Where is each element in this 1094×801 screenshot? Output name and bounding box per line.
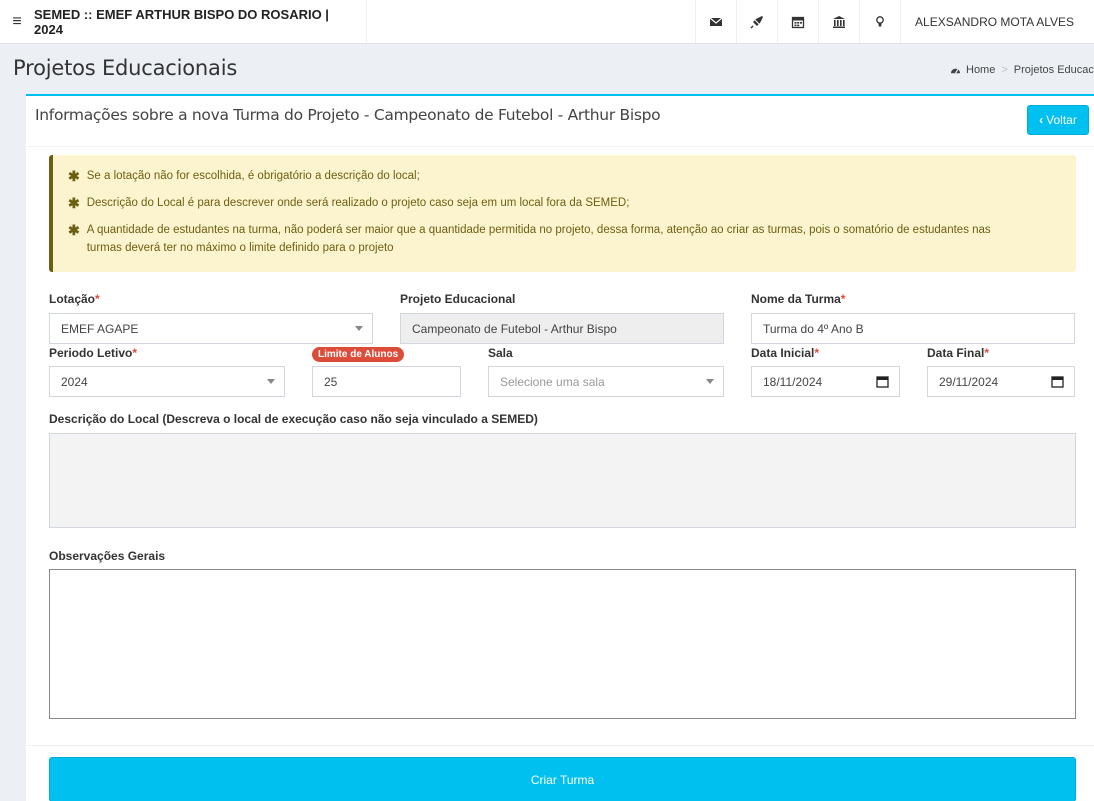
app-brand[interactable]: SEMED :: EMEF ARTHUR BISPO DO ROSARIO | … bbox=[34, 0, 367, 43]
back-button[interactable]: ‹ Voltar bbox=[1027, 105, 1089, 135]
observacoes-label: Observações Gerais bbox=[49, 549, 166, 563]
nome-turma-label: Nome da Turma* bbox=[751, 292, 846, 306]
user-menu[interactable]: ALEXSANDRO MOTA ALVES bbox=[900, 0, 1094, 43]
asterisk-icon: ✱ bbox=[68, 222, 80, 238]
chevron-left-icon: ‹ bbox=[1039, 113, 1044, 127]
back-button-label: Voltar bbox=[1046, 113, 1077, 127]
box-header: Informações sobre a nova Turma do Projet… bbox=[26, 96, 1094, 147]
divider bbox=[26, 745, 1094, 746]
data-inicial-label: Data Inicial* bbox=[751, 346, 820, 360]
criar-turma-button[interactable]: Criar Turma bbox=[49, 757, 1076, 801]
data-final-input[interactable]: 29/11/2024 bbox=[927, 366, 1075, 397]
box-title: Informações sobre a nova Turma do Projet… bbox=[35, 106, 661, 124]
lotacao-select[interactable]: EMEF AGAPE bbox=[49, 313, 373, 344]
dashboard-icon bbox=[950, 68, 961, 74]
breadcrumb-current: Projetos Educacio bbox=[1013, 64, 1094, 76]
projeto-label: Projeto Educacional bbox=[400, 292, 516, 306]
note-text: A quantidade de estudantes na turma, não… bbox=[86, 224, 991, 254]
breadcrumb: Home > Projetos Educacio bbox=[950, 64, 1094, 76]
data-final-label: Data Final* bbox=[927, 346, 990, 360]
calendar-picker-icon[interactable] bbox=[1051, 375, 1064, 388]
sala-label: Sala bbox=[488, 346, 513, 360]
top-navbar: ≡ SEMED :: EMEF ARTHUR BISPO DO ROSARIO … bbox=[0, 0, 1094, 44]
nome-turma-input[interactable]: Turma do 4º Ano B bbox=[751, 313, 1075, 344]
caret-down-icon bbox=[267, 379, 275, 384]
page-title: Projetos Educacionais bbox=[13, 56, 238, 80]
form-box: Informações sobre a nova Turma do Projet… bbox=[26, 94, 1094, 801]
sala-select[interactable]: Selecione uma sala bbox=[488, 366, 724, 397]
periodo-select[interactable]: 2024 bbox=[49, 366, 285, 397]
bank-icon[interactable] bbox=[818, 0, 859, 43]
menu-toggle-icon[interactable]: ≡ bbox=[0, 0, 34, 43]
envelope-icon[interactable] bbox=[695, 0, 736, 43]
caret-down-icon bbox=[355, 326, 363, 331]
note-item: ✱ Descrição do Local é para descrever on… bbox=[68, 194, 1028, 212]
note-text: Descrição do Local é para descrever onde… bbox=[86, 197, 630, 209]
descricao-label: Descrição do Local (Descreva o local de … bbox=[49, 412, 538, 426]
warning-callout: ✱ Se a lotação não for escolhida, é obri… bbox=[49, 155, 1076, 272]
caret-down-icon bbox=[706, 379, 714, 384]
data-inicial-input[interactable]: 18/11/2024 bbox=[751, 366, 900, 397]
breadcrumb-separator: > bbox=[1001, 64, 1008, 76]
limite-alunos-badge: Limite de Alunos bbox=[312, 347, 405, 362]
note-item: ✱ Se a lotação não for escolhida, é obri… bbox=[68, 167, 1028, 185]
lotacao-label: Lotação* bbox=[49, 292, 100, 306]
calendar-icon[interactable] bbox=[777, 0, 818, 43]
observacoes-textarea[interactable] bbox=[49, 569, 1076, 719]
asterisk-icon: ✱ bbox=[68, 195, 80, 211]
rocket-icon[interactable] bbox=[736, 0, 777, 43]
calendar-picker-icon[interactable] bbox=[876, 375, 889, 388]
note-item: ✱ A quantidade de estudantes na turma, n… bbox=[68, 221, 1028, 257]
limite-alunos-input[interactable]: 25 bbox=[312, 366, 461, 397]
note-text: Se a lotação não for escolhida, é obriga… bbox=[86, 170, 420, 182]
asterisk-icon: ✱ bbox=[68, 168, 80, 184]
descricao-textarea[interactable] bbox=[49, 433, 1076, 528]
lightbulb-icon[interactable] bbox=[859, 0, 900, 43]
periodo-label: Periodo Letivo* bbox=[49, 346, 138, 360]
projeto-field: Campeonato de Futebol - Arthur Bispo bbox=[400, 313, 724, 344]
breadcrumb-home[interactable]: Home bbox=[966, 64, 995, 76]
